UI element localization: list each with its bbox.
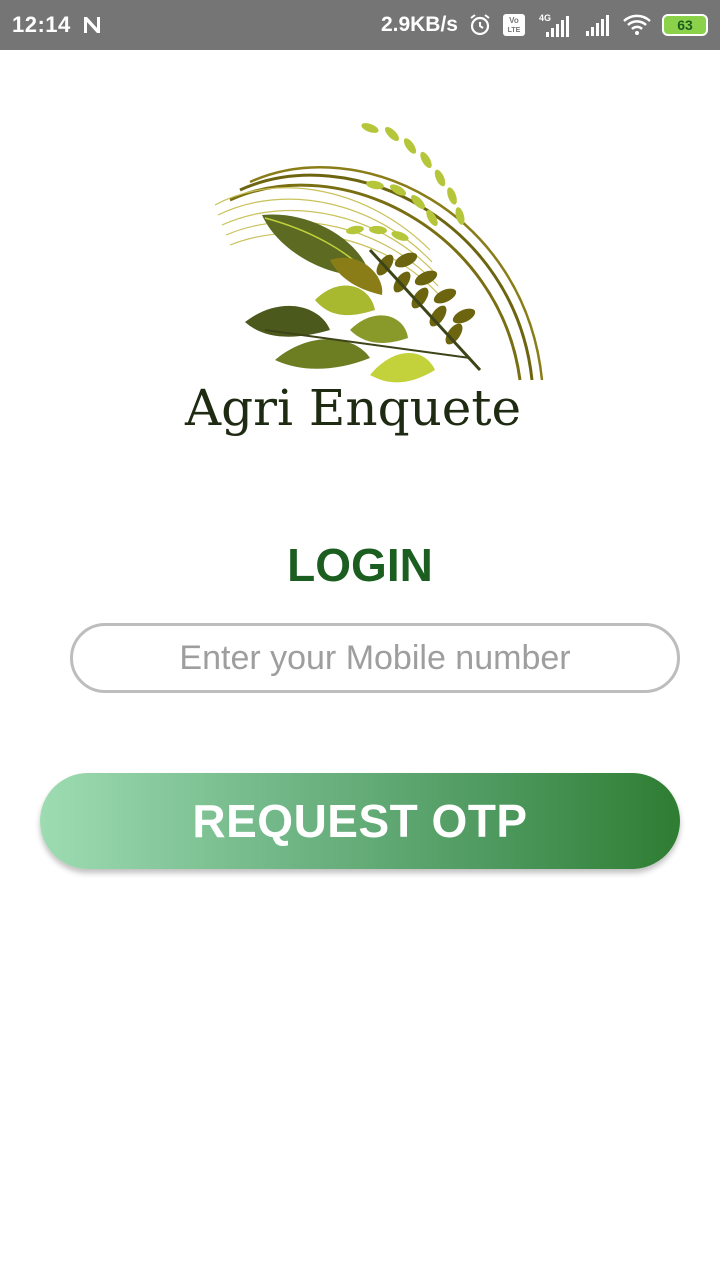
svg-text:LTE: LTE — [508, 27, 521, 34]
status-time: 12:14 — [12, 12, 71, 37]
signal-icon — [584, 13, 612, 37]
app-logo: Agri Enquete — [170, 90, 560, 450]
wifi-icon — [622, 13, 652, 37]
network-speed: 2.9KB/s — [380, 13, 458, 36]
login-title: LOGIN — [287, 539, 433, 591]
signal-4g-icon: 4G — [536, 12, 574, 38]
logo-text: Agri Enquete — [184, 379, 521, 437]
svg-text:Vo: Vo — [509, 16, 519, 25]
notification-n-icon — [81, 14, 103, 36]
volte-icon: Vo LTE — [502, 13, 526, 37]
status-bar: 12:14 2.9KB/s Vo LTE 4G 63 — [0, 0, 720, 50]
request-otp-button[interactable]: REQUEST OTP — [40, 773, 680, 869]
battery-icon: 63 — [662, 14, 708, 36]
alarm-icon — [468, 13, 492, 37]
mobile-number-input[interactable] — [70, 623, 680, 693]
status-bar-right: 2.9KB/s Vo LTE 4G 63 — [381, 12, 708, 38]
wheat-leaf-logo-icon: Agri Enquete — [184, 123, 544, 437]
svg-text:4G: 4G — [539, 13, 551, 23]
status-bar-left: 12:14 — [12, 12, 103, 38]
